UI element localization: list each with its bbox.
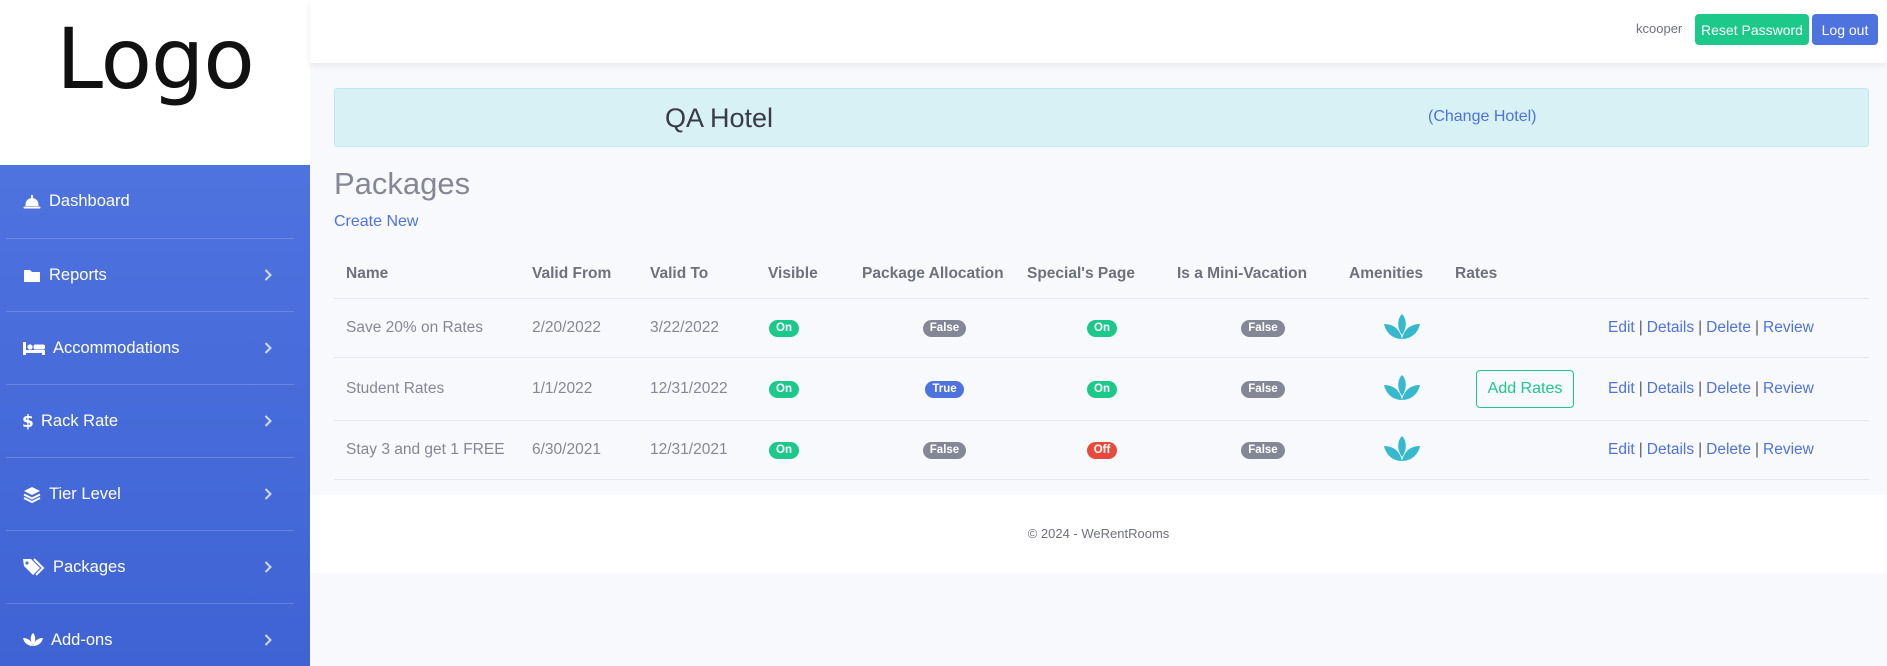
visible-badge: On: [769, 442, 799, 459]
col-header-rates[interactable]: Rates: [1455, 250, 1595, 299]
rates-cell: [1455, 420, 1595, 480]
details-link[interactable]: Details: [1647, 441, 1694, 458]
row-actions: Edit | Details | Delete | Review: [1595, 420, 1869, 480]
sidebar-item-label: Add-ons: [51, 630, 113, 649]
rates-cell: Add Rates: [1455, 357, 1595, 421]
spa-icon: [21, 629, 45, 651]
sidebar-item-rack-rate[interactable]: $ Rack Rate: [6, 385, 294, 458]
col-header-visible[interactable]: Visible: [768, 250, 862, 299]
mini-vacation-badge: False: [1241, 320, 1285, 337]
allocation-badge: False: [922, 442, 967, 459]
logo[interactable]: Logo: [0, 0, 310, 165]
sidebar-item-packages[interactable]: Packages: [6, 531, 294, 604]
sidebar-item-label: Rack Rate: [41, 411, 119, 430]
edit-link[interactable]: Edit: [1608, 319, 1635, 336]
bell-concierge-icon: [21, 191, 43, 213]
rates-cell: [1455, 298, 1595, 358]
hotel-name: QA Hotel: [665, 103, 774, 133]
col-header-valid-to[interactable]: Valid To: [650, 250, 768, 299]
sidebar-item-add-ons[interactable]: Add-ons: [6, 604, 294, 666]
details-link[interactable]: Details: [1647, 380, 1694, 397]
review-link[interactable]: Review: [1763, 441, 1814, 458]
col-header-amenities[interactable]: Amenities: [1349, 250, 1455, 299]
visible-badge: On: [769, 320, 799, 337]
table-header-row: Name Valid From Valid To Visible Package…: [334, 250, 1869, 299]
footer: © 2024 - WeRentRooms: [310, 495, 1887, 573]
hotel-banner: QA Hotel (Change Hotel): [334, 88, 1869, 147]
col-header-valid-from[interactable]: Valid From: [532, 250, 650, 299]
specials-badge: Off: [1086, 442, 1118, 459]
chevron-right-icon: [262, 634, 274, 646]
table-row: Student Rates 1/1/2022 12/31/2022 On Tru…: [334, 357, 1869, 421]
row-actions: Edit | Details | Delete | Review: [1595, 357, 1869, 421]
sidebar-item-tier-level[interactable]: Tier Level: [6, 458, 294, 531]
chevron-right-icon: [262, 415, 274, 427]
sidebar-item-label: Packages: [53, 557, 126, 576]
sidebar-item-label: Dashboard: [49, 192, 130, 210]
change-hotel-link[interactable]: (Change Hotel): [1428, 108, 1537, 126]
logout-button[interactable]: Log out: [1812, 14, 1878, 45]
chevron-right-icon: [262, 561, 274, 573]
edit-link[interactable]: Edit: [1608, 380, 1635, 397]
valid-from: 6/30/2021: [532, 420, 650, 480]
delete-link[interactable]: Delete: [1706, 319, 1751, 336]
username: kcooper: [1636, 21, 1683, 36]
valid-from: 2/20/2022: [532, 298, 650, 358]
details-link[interactable]: Details: [1647, 319, 1694, 336]
mini-vacation-badge: False: [1241, 442, 1285, 459]
specials-badge: On: [1087, 320, 1117, 337]
sidebar-item-reports[interactable]: Reports: [6, 239, 294, 312]
dollar-icon: $: [21, 410, 33, 432]
sidebar-item-label: Tier Level: [49, 484, 121, 503]
sidebar-item-dashboard[interactable]: Dashboard: [6, 165, 294, 239]
valid-to: 3/22/2022: [650, 298, 768, 358]
col-header-specials[interactable]: Special's Page: [1027, 250, 1177, 299]
sidebar-item-label: Reports: [49, 265, 107, 284]
tags-icon: [21, 556, 47, 578]
package-name: Stay 3 and get 1 FREE: [334, 420, 532, 480]
copyright-text: © 2024 - WeRentRooms: [1027, 526, 1170, 541]
delete-link[interactable]: Delete: [1706, 380, 1751, 397]
col-header-mini-vacation[interactable]: Is a Mini-Vacation: [1177, 250, 1349, 299]
specials-badge: On: [1087, 381, 1117, 398]
package-name: Student Rates: [334, 357, 532, 421]
chevron-right-icon: [262, 342, 274, 354]
valid-from: 1/1/2022: [532, 357, 650, 421]
sidebar: Dashboard Reports Accommodations $ Rack …: [0, 165, 310, 666]
col-header-actions: [1595, 250, 1869, 299]
logo-text: Logo: [56, 10, 254, 108]
add-rates-button[interactable]: Add Rates: [1476, 369, 1574, 408]
mini-vacation-badge: False: [1241, 381, 1285, 398]
chevron-right-icon: [262, 488, 274, 500]
svg-text:$: $: [22, 412, 33, 430]
allocation-badge: False: [922, 320, 967, 337]
delete-link[interactable]: Delete: [1706, 441, 1751, 458]
valid-to: 12/31/2021: [650, 420, 768, 480]
valid-to: 12/31/2022: [650, 357, 768, 421]
reset-password-button[interactable]: Reset Password: [1695, 14, 1809, 45]
chevron-right-icon: [262, 269, 274, 281]
table-row: Save 20% on Rates 2/20/2022 3/22/2022 On…: [334, 298, 1869, 358]
allocation-badge: True: [925, 381, 964, 398]
packages-table: Name Valid From Valid To Visible Package…: [334, 250, 1869, 480]
folder-icon: [21, 264, 43, 286]
create-new-link[interactable]: Create New: [334, 213, 418, 231]
col-header-allocation[interactable]: Package Allocation: [862, 250, 1027, 299]
row-actions: Edit | Details | Delete | Review: [1595, 298, 1869, 358]
sidebar-item-accommodations[interactable]: Accommodations: [6, 312, 294, 385]
sidebar-item-label: Accommodations: [53, 338, 180, 357]
amenities-lotus-icon[interactable]: [1383, 435, 1421, 465]
review-link[interactable]: Review: [1763, 319, 1814, 336]
col-header-name[interactable]: Name: [334, 250, 532, 299]
layers-icon: [21, 483, 43, 505]
table-row: Stay 3 and get 1 FREE 6/30/2021 12/31/20…: [334, 420, 1869, 480]
page-title: Packages: [334, 166, 471, 201]
amenities-lotus-icon[interactable]: [1383, 374, 1421, 404]
amenities-lotus-icon[interactable]: [1383, 313, 1421, 343]
edit-link[interactable]: Edit: [1608, 441, 1635, 458]
review-link[interactable]: Review: [1763, 380, 1814, 397]
bed-icon: [21, 337, 47, 359]
package-name: Save 20% on Rates: [334, 298, 532, 358]
visible-badge: On: [769, 381, 799, 398]
